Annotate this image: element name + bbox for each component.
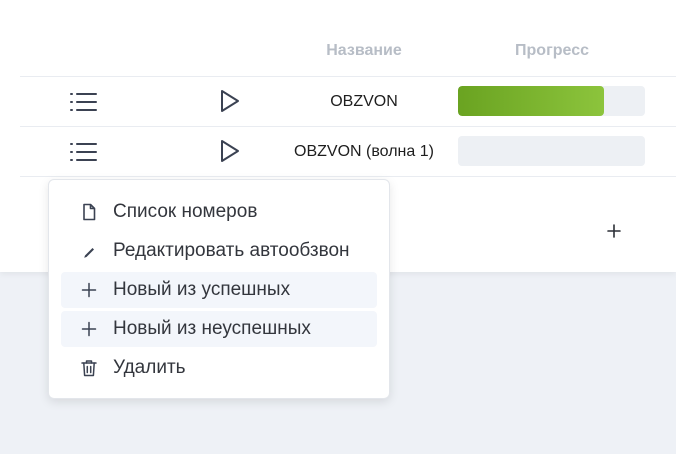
add-plus-icon[interactable] — [604, 221, 624, 241]
menu-item-new-from-successful[interactable]: Новый из успешных — [61, 272, 377, 308]
pencil-icon — [84, 248, 94, 258]
menu-item-number-list[interactable]: Список номеров — [61, 194, 377, 230]
list-menu-icon[interactable] — [70, 91, 98, 113]
menu-item-delete[interactable]: Удалить — [61, 350, 377, 386]
row-name: OBZVON (волна 1) — [294, 143, 434, 160]
row-divider — [20, 126, 676, 127]
menu-item-edit[interactable]: Редактировать автообзвон — [61, 233, 377, 269]
progress-bar — [458, 136, 645, 166]
column-header-name[interactable]: Название — [264, 42, 464, 60]
menu-item-label: Редактировать автообзвон — [113, 240, 350, 261]
play-icon[interactable] — [219, 89, 241, 113]
menu-item-label: Список номеров — [113, 201, 258, 222]
context-menu: Список номеров Редактировать автообзвон … — [48, 179, 390, 399]
progress-bar — [458, 86, 645, 116]
menu-item-label: Удалить — [113, 357, 186, 378]
header-divider — [20, 76, 676, 77]
menu-item-label: Новый из успешных — [113, 279, 291, 300]
column-header-progress[interactable]: Прогресс — [452, 42, 652, 60]
row-divider — [20, 176, 676, 177]
menu-item-label: Новый из неуспешных — [113, 318, 311, 339]
row-name: OBZVON — [330, 93, 398, 110]
progress-fill — [458, 86, 604, 116]
play-icon[interactable] — [219, 139, 241, 163]
menu-item-new-from-unsuccessful[interactable]: Новый из неуспешных — [61, 311, 377, 347]
plus-icon — [81, 282, 97, 298]
list-menu-icon[interactable] — [70, 141, 98, 163]
file-icon — [83, 203, 96, 221]
plus-icon — [81, 321, 97, 337]
trash-icon — [81, 360, 97, 377]
